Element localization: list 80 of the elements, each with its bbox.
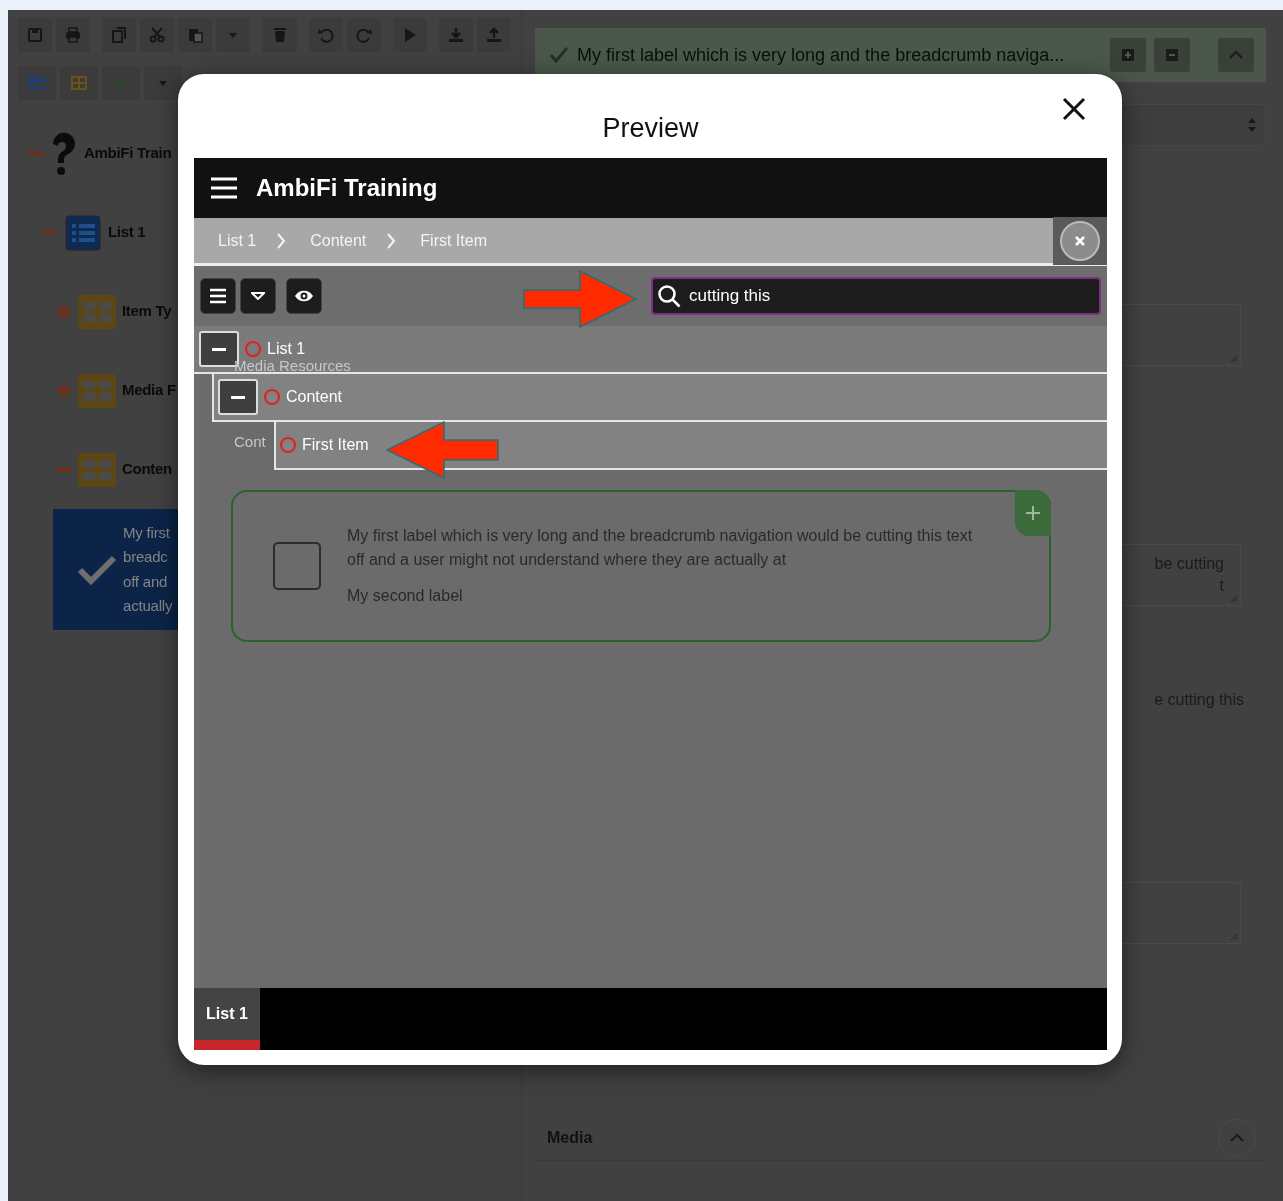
bottom-tab[interactable]: List 1 [194, 988, 260, 1050]
upload-button[interactable] [476, 18, 511, 52]
ghost-label: Media Resources [234, 358, 351, 373]
delete-button[interactable] [262, 18, 297, 52]
dropdown-button[interactable] [240, 278, 276, 314]
menu-button[interactable] [200, 278, 236, 314]
close-breadcrumb-button[interactable] [1053, 216, 1107, 265]
breadcrumb-link[interactable]: First Item [396, 228, 487, 253]
table-icon [28, 74, 46, 92]
radio-icon[interactable] [264, 389, 280, 405]
remove-button[interactable] [1154, 38, 1190, 72]
undo-button[interactable] [308, 18, 343, 52]
redo-button[interactable] [346, 18, 381, 52]
cut-button[interactable] [140, 18, 175, 52]
item-preview-text: My first breadc off and actually [123, 522, 173, 616]
print-icon [64, 26, 83, 44]
plus-icon [1120, 47, 1136, 63]
paste-icon [186, 26, 205, 44]
plus-icon [1025, 505, 1041, 521]
chevron-right-icon [386, 232, 397, 249]
download-button[interactable] [438, 18, 473, 52]
caret-down-icon [229, 32, 238, 38]
grid-icon [78, 452, 116, 487]
redo-icon [354, 26, 373, 44]
eye-button[interactable] [286, 278, 322, 314]
close-icon [1061, 96, 1087, 122]
print-button[interactable] [56, 18, 91, 52]
upload-icon [484, 26, 503, 44]
table-button[interactable] [18, 66, 56, 100]
chevron-up-icon [1230, 1132, 1244, 1143]
tree-item-label[interactable]: First Item [302, 436, 369, 454]
cut-icon [148, 26, 167, 44]
close-button[interactable] [1061, 96, 1087, 122]
question-mark-icon [50, 131, 78, 176]
add-button[interactable] [1110, 38, 1146, 72]
tree-item-label[interactable]: List 1 [267, 340, 306, 358]
download-icon [446, 26, 465, 44]
search-field[interactable]: cutting this [651, 277, 1101, 315]
close-icon [1074, 234, 1086, 247]
undo-icon [316, 26, 335, 44]
caret-down-icon [251, 292, 265, 300]
chevron-right-icon [276, 232, 287, 249]
dropdown-button[interactable] [144, 66, 182, 100]
minus-icon [212, 347, 226, 351]
search-icon [657, 284, 681, 308]
minus-icon [1164, 47, 1180, 63]
check-button[interactable] [102, 66, 140, 100]
play-button[interactable] [392, 18, 427, 52]
list-icon [64, 213, 102, 252]
copy-icon [110, 26, 129, 44]
updown-icon [1247, 117, 1257, 133]
add-button[interactable] [1015, 490, 1051, 536]
item-title: My first label which is very long and the breadcrumb naviga... [577, 43, 1066, 67]
menu-icon [208, 287, 228, 305]
radio-icon[interactable] [280, 437, 296, 453]
ghost-label: Cont [234, 434, 266, 449]
resize-handle-icon [1230, 595, 1238, 603]
item-label: My first label which is very long and the breadcrumb navigation would be cutting this text off and a user might not understand where they are actually at [347, 526, 974, 570]
chevron-up-icon [1229, 50, 1243, 60]
save-button[interactable] [18, 18, 53, 52]
app-title: AmbiFi Training [256, 173, 438, 203]
breadcrumb-link[interactable]: List 1 [194, 228, 257, 253]
grid-icon [70, 74, 88, 92]
copy-button[interactable] [102, 18, 137, 52]
menu-icon [210, 177, 238, 199]
paste-button[interactable] [178, 18, 213, 52]
tree-item-label[interactable]: Content [286, 388, 343, 406]
dialog-title: Preview [602, 111, 699, 145]
resize-handle-icon [1230, 355, 1238, 363]
save-icon [26, 26, 45, 44]
radio-icon[interactable] [245, 341, 261, 357]
grid-icon [78, 373, 116, 408]
grid-button[interactable] [60, 66, 98, 100]
caret-down-icon [159, 80, 167, 86]
grid-icon [78, 294, 116, 329]
breadcrumb-link[interactable]: Content [286, 228, 367, 253]
resize-handle-icon [1230, 933, 1238, 941]
minus-icon [231, 395, 245, 399]
item-sublabel: My second label [347, 586, 464, 606]
checkbox[interactable] [273, 542, 321, 590]
